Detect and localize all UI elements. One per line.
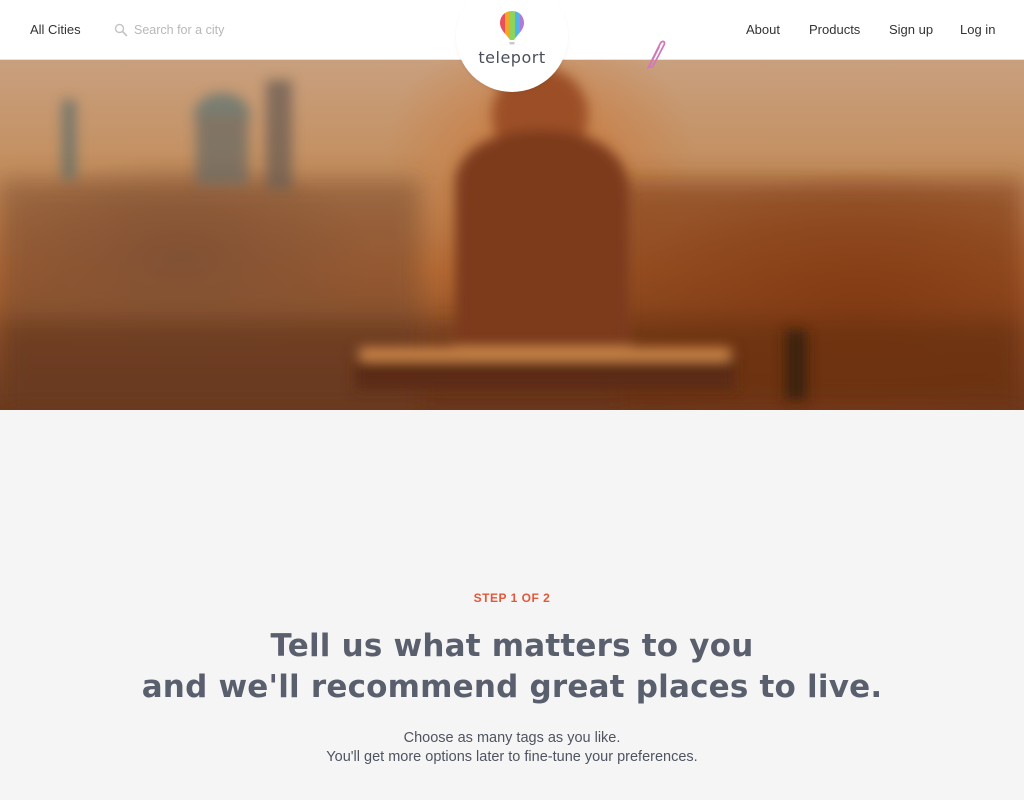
nav-login-link[interactable]: Log in bbox=[960, 22, 995, 37]
headline-line-1: Tell us what matters to you bbox=[270, 628, 754, 664]
all-cities-link[interactable]: All Cities bbox=[30, 22, 81, 37]
logo-wordmark: teleport bbox=[478, 48, 546, 67]
city-search[interactable] bbox=[114, 20, 314, 40]
instructions-line-2: You'll get more options later to fine-tu… bbox=[326, 749, 698, 765]
hero-image bbox=[0, 60, 1024, 410]
headline-line-2: and we'll recommend great places to live… bbox=[141, 669, 883, 705]
instructions-line-1: Choose as many tags as you like. bbox=[403, 730, 621, 746]
search-icon bbox=[114, 23, 128, 37]
nav-about-link[interactable]: About bbox=[746, 22, 780, 37]
nav-signup-link[interactable]: Sign up bbox=[889, 22, 933, 37]
hero-scene bbox=[0, 67, 1024, 410]
search-input[interactable] bbox=[134, 23, 304, 37]
balloon-logo-icon bbox=[500, 11, 524, 45]
nav-products-link[interactable]: Products bbox=[809, 22, 860, 37]
step-indicator: STEP 1 OF 2 bbox=[473, 591, 551, 605]
paperclip-icon bbox=[647, 40, 666, 69]
